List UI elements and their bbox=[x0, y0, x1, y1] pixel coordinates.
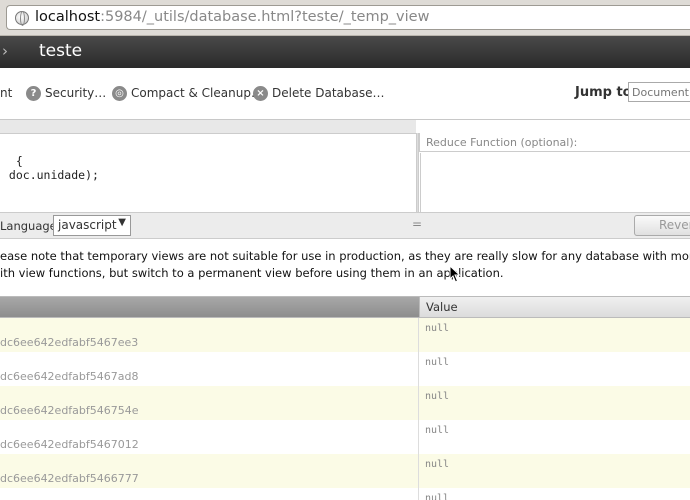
reduce-function-label: Reduce Function (optional): bbox=[426, 136, 578, 149]
app-header: › teste bbox=[0, 36, 690, 68]
column-divider bbox=[418, 488, 419, 500]
delete-database-button[interactable]: Delete Database… bbox=[272, 86, 385, 100]
compact-icon: ◎ bbox=[112, 86, 127, 101]
column-divider bbox=[418, 386, 419, 420]
url-path: :5984/_utils/database.html?teste/_temp_v… bbox=[100, 9, 430, 25]
globe-icon bbox=[15, 11, 29, 26]
url-host: localhost bbox=[35, 9, 101, 25]
address-bar-area: localhost:5984/_utils/database.html?test… bbox=[0, 0, 690, 36]
dropdown-arrow-icon: ▼ bbox=[118, 217, 126, 228]
row-key[interactable]: dc6ee642edfabf546754e bbox=[0, 404, 139, 417]
table-row[interactable]: dc6ee642edfabf5467012 null bbox=[0, 420, 690, 454]
temporary-view-note: ease note that temporary views are not s… bbox=[0, 248, 690, 282]
compact-cleanup-button[interactable]: Compact & Cleanup… bbox=[131, 86, 263, 100]
table-row[interactable]: dc6ee642edfabf546754e null bbox=[0, 386, 690, 420]
language-select[interactable]: javascript ▼ bbox=[53, 215, 131, 236]
row-key[interactable]: dc6ee642edfabf5466777 bbox=[0, 472, 139, 485]
results-table-body: dc6ee642edfabf5467ee3 null dc6ee642edfab… bbox=[0, 318, 690, 500]
row-key[interactable]: dc6ee642edfabf5467012 bbox=[0, 438, 139, 451]
results-table-header: Value bbox=[0, 296, 690, 318]
reduce-function-editor[interactable] bbox=[420, 153, 690, 212]
row-value: null bbox=[425, 391, 450, 402]
code-line: doc.unidade); bbox=[2, 168, 99, 182]
row-value: null bbox=[425, 459, 450, 470]
table-row[interactable]: null bbox=[0, 488, 690, 500]
database-toolbar: nt ? Security… ◎ Compact & Cleanup… × De… bbox=[0, 68, 690, 120]
column-divider bbox=[418, 318, 419, 352]
map-function-header bbox=[0, 120, 416, 134]
column-divider bbox=[418, 352, 419, 386]
reduce-function-header: Reduce Function (optional): bbox=[419, 133, 690, 152]
row-key[interactable]: dc6ee642edfabf5467ee3 bbox=[0, 336, 138, 349]
mouse-cursor-icon bbox=[449, 265, 461, 283]
language-label: Language: bbox=[0, 219, 61, 233]
url-field[interactable]: localhost:5984/_utils/database.html?test… bbox=[6, 5, 690, 30]
chevron-right-icon[interactable]: › bbox=[2, 42, 8, 60]
table-row[interactable]: dc6ee642edfabf5466777 null bbox=[0, 454, 690, 488]
security-button[interactable]: Security… bbox=[45, 86, 106, 100]
language-select-value: javascript bbox=[58, 218, 117, 232]
row-value: null bbox=[425, 425, 450, 436]
url-text[interactable]: localhost:5984/_utils/database.html?test… bbox=[35, 9, 429, 25]
security-icon: ? bbox=[26, 86, 41, 101]
row-key[interactable]: dc6ee642edfabf5467ad8 bbox=[0, 370, 139, 383]
note-line: ease note that temporary views are not s… bbox=[0, 249, 690, 263]
delete-icon: × bbox=[253, 86, 268, 101]
revert-button[interactable]: Revert bbox=[634, 215, 690, 236]
row-value: null bbox=[425, 493, 450, 500]
note-line: ith view functions, but switch to a perm… bbox=[0, 266, 504, 280]
row-value: null bbox=[425, 323, 450, 334]
jump-to-input[interactable] bbox=[628, 82, 690, 102]
code-line: { bbox=[2, 154, 23, 168]
resize-handle-icon[interactable]: = bbox=[412, 217, 422, 231]
toolbar-item-partial[interactable]: nt bbox=[0, 86, 12, 100]
language-bar: Language: javascript ▼ = Revert bbox=[0, 212, 690, 239]
table-row[interactable]: dc6ee642edfabf5467ee3 null bbox=[0, 318, 690, 352]
table-row[interactable]: dc6ee642edfabf5467ad8 null bbox=[0, 352, 690, 386]
column-divider bbox=[418, 454, 419, 488]
map-function-editor[interactable]: { doc.unidade); bbox=[0, 134, 416, 212]
database-title: teste bbox=[39, 41, 83, 61]
key-column-header[interactable] bbox=[0, 297, 419, 317]
row-value: null bbox=[425, 357, 450, 368]
value-column-header[interactable]: Value bbox=[419, 297, 690, 317]
column-divider bbox=[418, 420, 419, 454]
